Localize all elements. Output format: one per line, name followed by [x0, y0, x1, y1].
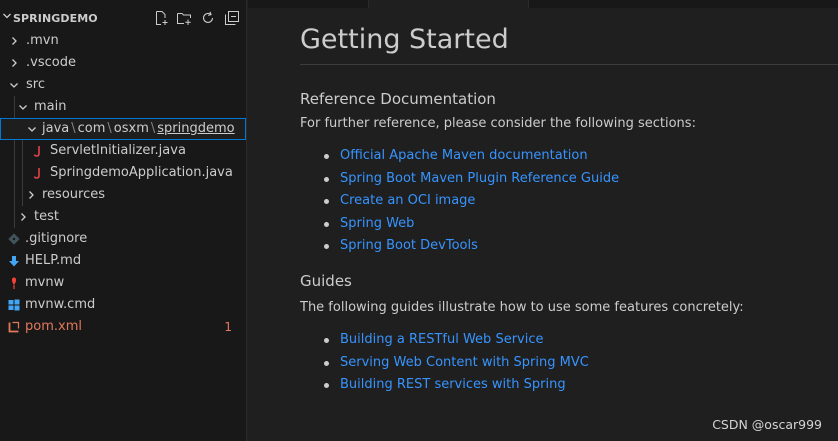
markdown-icon: [9, 256, 19, 267]
active-tab[interactable]: [368, 0, 529, 8]
tree-item-main[interactable]: main: [0, 96, 246, 118]
new-folder-icon[interactable]: [176, 10, 192, 26]
tree-item-label: .gitignore: [25, 231, 88, 246]
refresh-icon[interactable]: [200, 10, 216, 26]
link-apache-maven-docs[interactable]: Official Apache Maven documentation: [340, 148, 588, 163]
section-heading-guides: Guides: [300, 272, 352, 290]
tree-item-label: test: [34, 209, 59, 224]
bullet: [324, 383, 329, 388]
tree-item-vscode[interactable]: .vscode: [0, 52, 246, 74]
tree-item-help-md[interactable]: HELP.md: [0, 250, 246, 272]
tree-item-label: src: [26, 77, 45, 92]
chevron-down-icon[interactable]: [2, 11, 12, 21]
section-intro: For further reference, please consider t…: [300, 116, 696, 131]
new-file-icon[interactable]: [153, 10, 169, 26]
path-segment[interactable]: java: [42, 121, 69, 136]
tree-item-resources[interactable]: resources: [0, 184, 246, 206]
tree-item-mvnw-cmd[interactable]: mvnw.cmd: [0, 294, 246, 316]
link-restful-service[interactable]: Building a RESTful Web Service: [340, 332, 544, 347]
section-intro: The following guides illustrate how to u…: [300, 300, 744, 315]
tree-item-label: mvnw: [25, 275, 65, 290]
list-item: Building REST services with Spring: [300, 374, 589, 397]
tree-item-springdemoapplication[interactable]: SpringdemoApplication.java: [0, 162, 246, 184]
list-item: Spring Web: [300, 213, 619, 236]
path-separator: \: [107, 121, 112, 136]
chevron-down-icon: [19, 105, 27, 110]
bullet: [324, 338, 329, 343]
path-segment[interactable]: springdemo: [157, 121, 234, 136]
explorer-title: SPRINGDEMO: [13, 12, 98, 25]
maven-icon: [11, 277, 17, 289]
path-segment[interactable]: osxm: [114, 121, 149, 136]
page-title: Getting Started: [300, 24, 509, 55]
chevron-right-icon: [29, 191, 34, 199]
tree-item-pom-xml[interactable]: pom.xml 1: [0, 316, 246, 338]
list-item: Spring Boot DevTools: [300, 235, 619, 258]
section-heading-reference: Reference Documentation: [300, 90, 496, 108]
path-separator: \: [71, 121, 76, 136]
bullet: [324, 199, 329, 204]
tree-item-src[interactable]: src: [0, 74, 246, 96]
watermark: CSDN @oscar999: [712, 417, 822, 432]
tree-item-mvn[interactable]: .mvn: [0, 30, 246, 52]
tree-item-label: SpringdemoApplication.java: [50, 165, 233, 180]
link-maven-plugin-guide[interactable]: Spring Boot Maven Plugin Reference Guide: [340, 171, 619, 186]
chevron-down-icon: [28, 127, 36, 132]
bullet: [324, 154, 329, 159]
explorer-sidebar: SPRINGDEMO .mvn .vscode src main java \ …: [0, 0, 247, 441]
link-oci-image[interactable]: Create an OCI image: [340, 193, 475, 208]
tree-item-label: .mvn: [26, 33, 59, 48]
list-item: Serving Web Content with Spring MVC: [300, 352, 589, 375]
path-separator: \: [150, 121, 156, 136]
compact-folder-path: java \ com \ osxm \ springdemo: [42, 118, 235, 140]
java-file-icon: [33, 168, 40, 179]
tree-item-java-package[interactable]: java \ com \ osxm \ springdemo: [0, 118, 246, 140]
editor-tab-bar: [248, 0, 838, 8]
list-item: Create an OCI image: [300, 190, 619, 213]
tree-item-test[interactable]: test: [0, 206, 246, 228]
bullet: [324, 360, 329, 366]
problem-count-badge: 1: [224, 320, 232, 334]
list-item: Spring Boot Maven Plugin Reference Guide: [300, 168, 619, 191]
windows-icon: [8, 299, 20, 311]
bullet: [324, 244, 329, 249]
java-file-icon: [33, 146, 40, 157]
tree-item-label: HELP.md: [25, 253, 82, 268]
git-icon: [8, 233, 20, 245]
link-serving-web-content[interactable]: Serving Web Content with Spring MVC: [340, 355, 589, 370]
bullet: [324, 221, 329, 227]
chevron-right-icon: [12, 59, 17, 67]
link-rest-services[interactable]: Building REST services with Spring: [340, 377, 566, 392]
divider: [300, 64, 838, 65]
collapse-all-icon[interactable]: [224, 10, 240, 26]
chevron-right-icon: [21, 213, 26, 221]
chevron-down-icon: [10, 83, 18, 88]
tree-item-label: main: [34, 99, 67, 114]
list-item: Building a RESTful Web Service: [300, 329, 589, 352]
link-devtools[interactable]: Spring Boot DevTools: [340, 238, 478, 253]
tree-item-label: .vscode: [26, 55, 76, 70]
tree-item-gitignore[interactable]: .gitignore: [0, 228, 246, 250]
chevron-right-icon: [12, 37, 17, 45]
guides-link-list: Building a RESTful Web Service Serving W…: [300, 329, 589, 397]
xml-file-icon: [8, 321, 20, 333]
tree-item-label: pom.xml: [25, 319, 82, 334]
markdown-preview: Getting Started Reference Documentation …: [300, 8, 838, 441]
tree-item-label: resources: [42, 187, 106, 202]
reference-link-list: Official Apache Maven documentation Spri…: [300, 145, 619, 258]
tree-item-label: ServletInitializer.java: [50, 143, 186, 158]
list-item: Official Apache Maven documentation: [300, 145, 619, 168]
bullet: [324, 176, 329, 182]
tree-item-servletinitializer[interactable]: ServletInitializer.java: [0, 140, 246, 162]
tree-item-mvnw[interactable]: mvnw: [0, 272, 246, 294]
link-spring-web[interactable]: Spring Web: [340, 216, 414, 231]
tree-item-label: mvnw.cmd: [25, 297, 96, 312]
path-segment[interactable]: com: [78, 121, 106, 136]
